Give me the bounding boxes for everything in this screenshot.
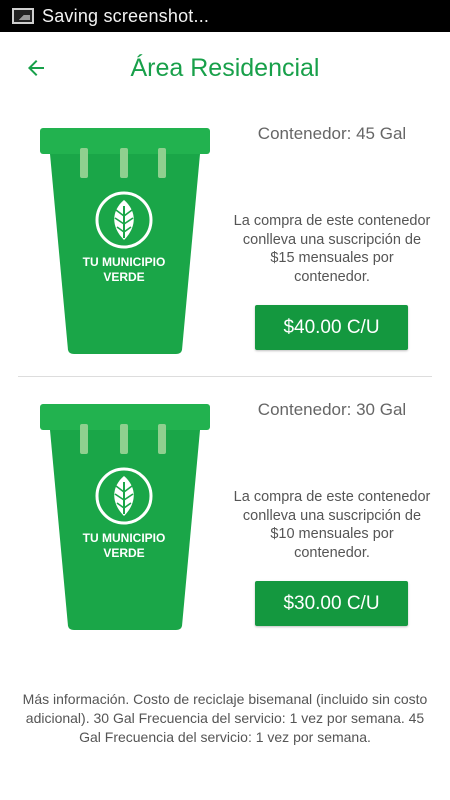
status-bar: Saving screenshot... (0, 0, 450, 32)
product-description: La compra de este contenedor conlleva un… (233, 213, 431, 285)
product-title: Contenedor: 30 Gal (257, 400, 407, 419)
trash-bin-icon: TU MUNICIPIO VERDE (40, 404, 210, 630)
trash-bin-icon: TU MUNICIPIO VERDE (40, 128, 210, 354)
app-bar: Área Residencial (0, 32, 450, 104)
bin-label-line2: VERDE (103, 546, 144, 560)
product-card-30gal: TU MUNICIPIO VERDE Contenedor: 30 Gal La… (0, 384, 450, 654)
bin-label-line1: TU MUNICIPIO (83, 255, 166, 269)
more-info-text: Más información. Costo de reciclaje bise… (22, 691, 428, 745)
product-description: La compra de este contenedor conlleva un… (233, 489, 431, 561)
bin-label-line2: VERDE (103, 270, 144, 284)
buy-30gal-button[interactable]: $30.00 C/U (255, 581, 408, 626)
screenshot-icon (12, 8, 34, 24)
status-text: Saving screenshot... (42, 5, 210, 26)
product-card-45gal: TU MUNICIPIO VERDE Contenedor: 45 Gal La… (0, 108, 450, 378)
divider (18, 376, 432, 377)
page-title: Área Residencial (130, 54, 320, 82)
buy-45gal-button[interactable]: $40.00 C/U (255, 305, 408, 350)
product-title: Contenedor: 45 Gal (257, 124, 407, 143)
bin-label-line1: TU MUNICIPIO (83, 531, 166, 545)
